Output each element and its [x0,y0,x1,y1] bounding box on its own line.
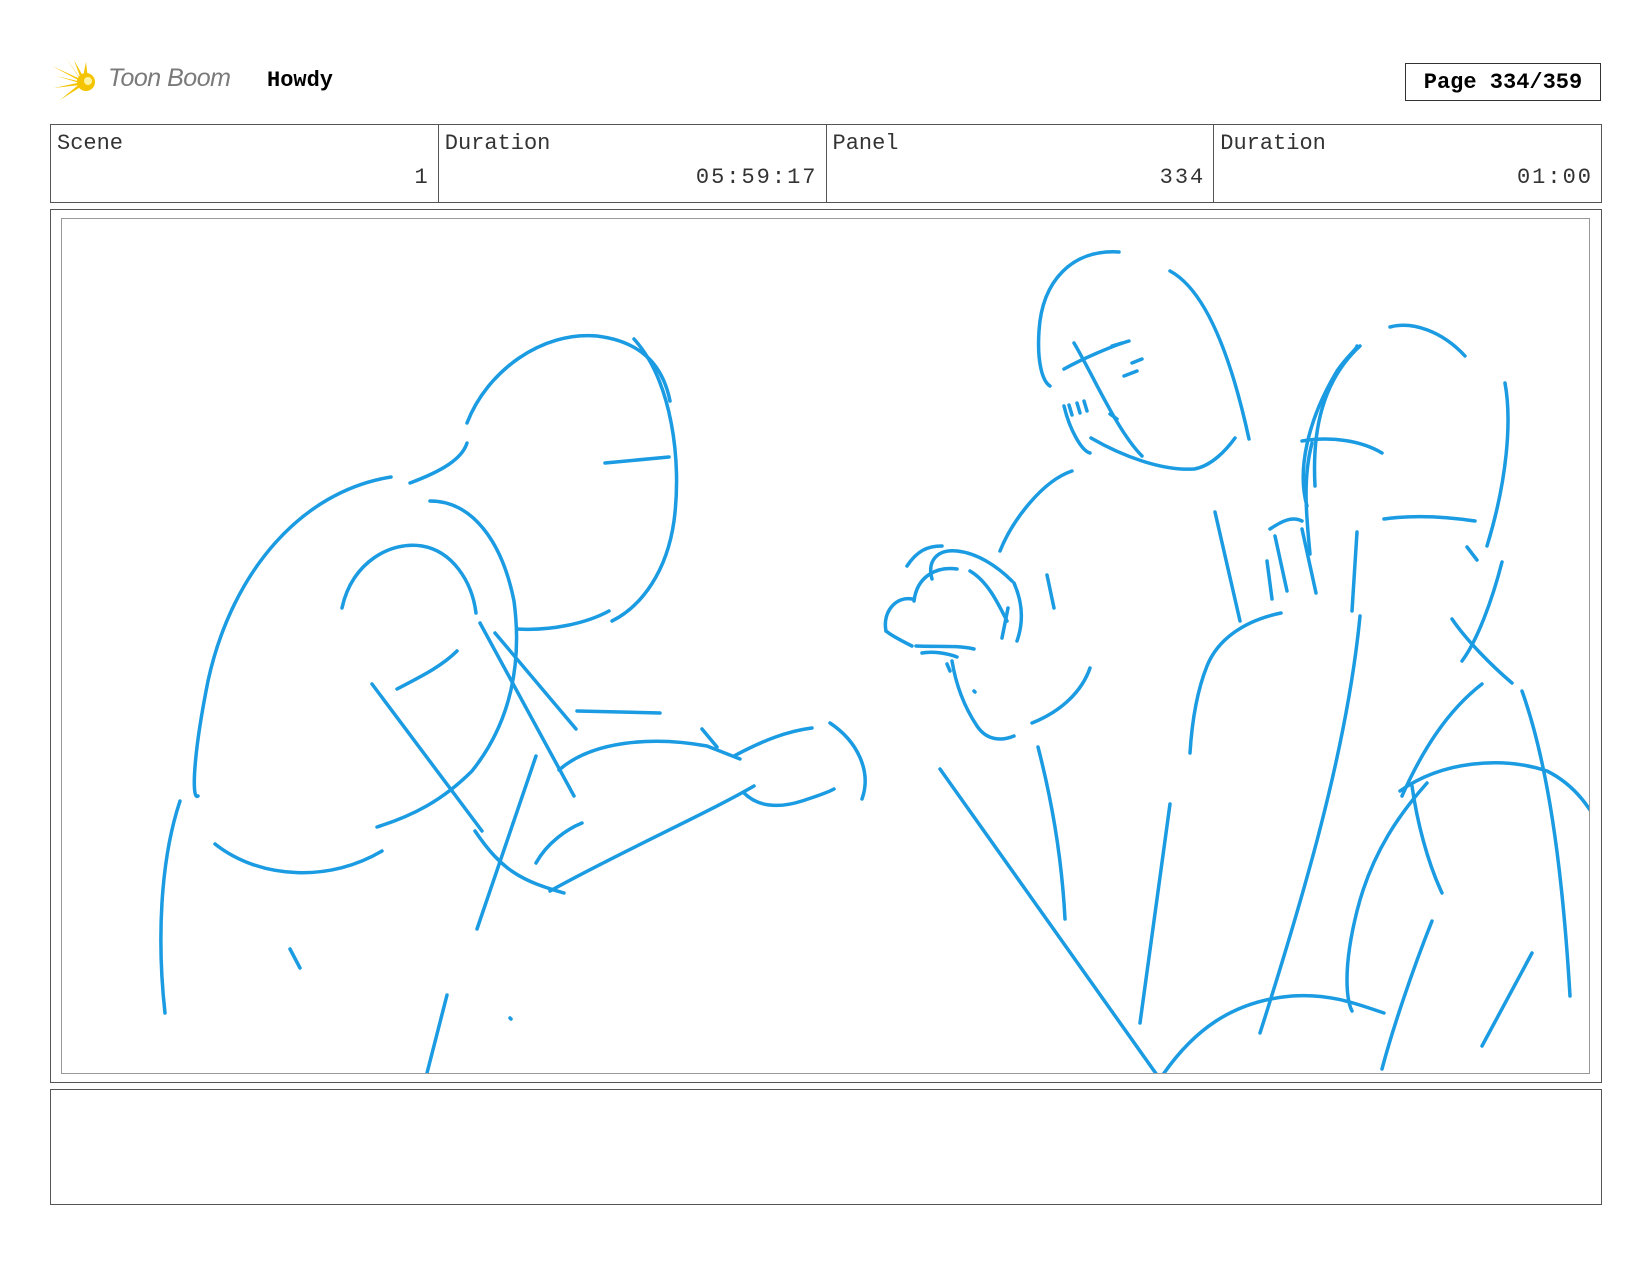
page-indicator: Page 334/359 [1405,63,1601,101]
panel-cell: Panel 334 [827,125,1215,202]
panel-info-table: Scene 1 Duration 05:59:17 Panel 334 Dura… [50,124,1602,203]
storyboard-panel-frame [50,209,1602,1083]
scene-duration-cell: Duration 05:59:17 [439,125,827,202]
page-header: Toon Boom Howdy Page 334/359 [52,56,1602,106]
panel-duration-label: Duration [1220,131,1326,156]
scene-cell: Scene 1 [51,125,439,202]
scene-duration-value: 05:59:17 [695,165,818,190]
toon-boom-flare-icon [52,58,95,100]
panel-notes-box [50,1089,1602,1205]
scene-label: Scene [57,131,124,156]
scene-duration-label: Duration [444,131,551,156]
panel-label: Panel [832,131,899,156]
toon-boom-logo: Toon Boom [52,56,252,106]
scene-value: 1 [414,165,430,190]
project-title: Howdy [267,68,334,93]
logo-text: Toon Boom [108,64,231,92]
panel-duration-cell: Duration 01:00 [1214,125,1601,202]
sketch-strokes [159,250,1589,1073]
panel-value: 334 [1159,165,1206,190]
panel-duration-value: 01:00 [1516,165,1593,190]
storyboard-panel-image [61,218,1590,1074]
sketch-drawing [159,250,1589,1073]
